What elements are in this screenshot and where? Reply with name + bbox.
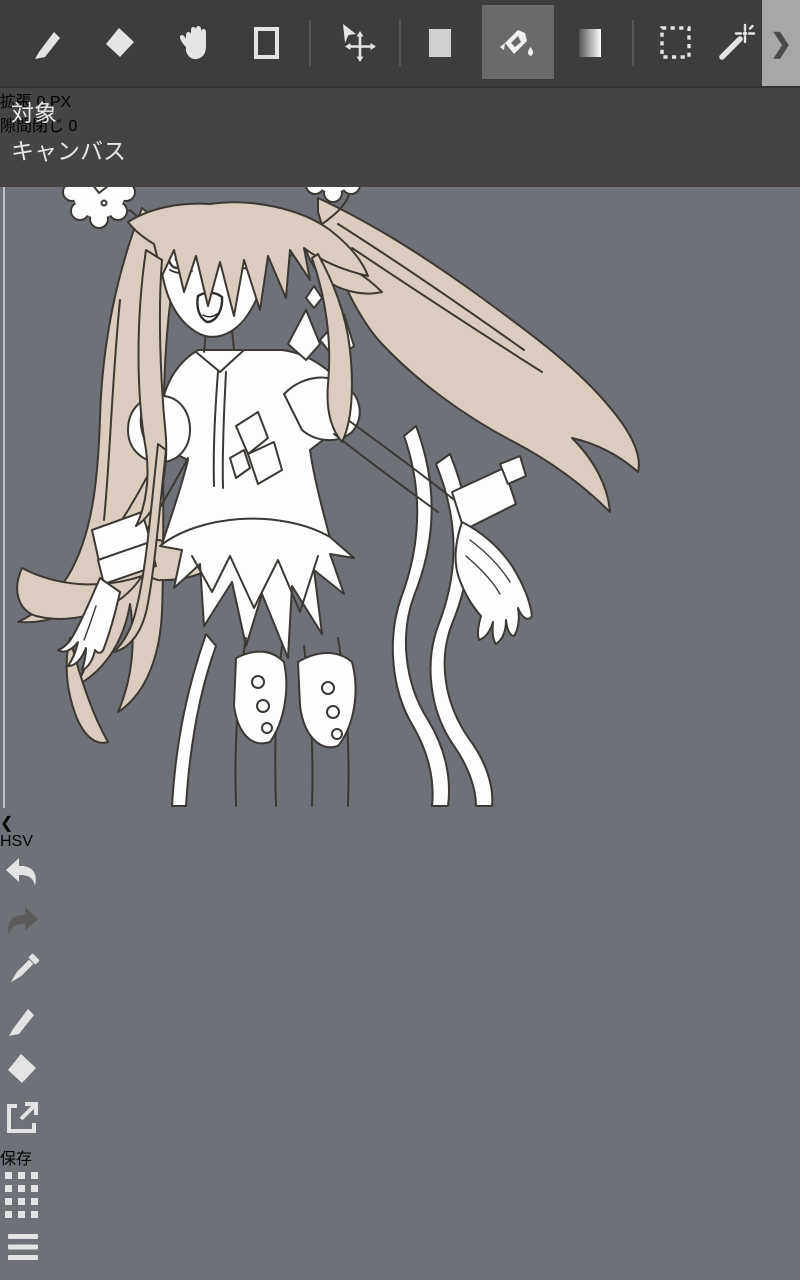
- toolbar-divider: [399, 20, 401, 66]
- chevron-left-icon: ❮: [0, 815, 14, 832]
- hsv-color-panel: HSV: [0, 833, 800, 851]
- grid-menu-button[interactable]: [0, 1169, 800, 1224]
- toolbar-expand-button[interactable]: ❯: [762, 0, 800, 86]
- pen-icon: [9, 1009, 34, 1036]
- rectangle-icon: [254, 27, 279, 59]
- save-button-label: 保存: [0, 1151, 33, 1168]
- panel-collapse-button[interactable]: ❮: [0, 813, 800, 833]
- shape-rect-tool-button[interactable]: [234, 0, 298, 86]
- pen-icon: [35, 32, 60, 59]
- select-rect-tool-button[interactable]: [644, 0, 708, 86]
- gradient-square-icon: [579, 29, 601, 57]
- eraser-tool-button[interactable]: [88, 0, 152, 86]
- bucket-tool-button[interactable]: [486, 0, 550, 86]
- nav-edit-button[interactable]: [0, 1275, 800, 1280]
- grid-dots-icon: [5, 1172, 38, 1218]
- undo-icon: [6, 858, 36, 886]
- eyedropper-icon: [10, 953, 40, 983]
- target-label: 対象: [11, 100, 57, 126]
- export-icon: [7, 1102, 38, 1133]
- magic-wand-tool-button[interactable]: [712, 0, 762, 86]
- paint-app-screen: ❯ 対象 キャンバス 拡張 0 PX 隙間閉じ 0 ❮ HSV 保存: [0, 0, 800, 1280]
- toolbar-divider: [309, 20, 311, 66]
- chevron-right-icon: ❯: [770, 27, 792, 58]
- save-button[interactable]: 保存: [0, 1145, 800, 1169]
- expand-option-button[interactable]: 拡張 0 PX: [0, 88, 800, 112]
- pen-quick-button[interactable]: [0, 998, 800, 1047]
- toolbar-divider: [632, 20, 634, 66]
- redo-icon: [8, 907, 39, 935]
- magic-wand-icon: [719, 23, 756, 60]
- bucket-fill-icon: [500, 30, 533, 56]
- move-cursor-icon: [343, 24, 376, 62]
- eraser-quick-button[interactable]: [0, 1047, 800, 1096]
- eraser-icon: [106, 28, 134, 57]
- dashed-selection-icon: [660, 26, 691, 59]
- hsv-mode-label[interactable]: HSV: [0, 833, 800, 851]
- pen-tool-button[interactable]: [16, 0, 80, 86]
- undo-button[interactable]: [0, 851, 800, 900]
- tool-options-bar: 対象 キャンバス 拡張 0 PX 隙間閉じ 0: [0, 86, 800, 187]
- gradient-tool-button[interactable]: [558, 0, 622, 86]
- edit-icon: [0, 1275, 48, 1280]
- menu-icon: [8, 1234, 38, 1260]
- hand-tool-button[interactable]: [164, 0, 228, 86]
- fill-rect-tool-button[interactable]: [408, 0, 472, 86]
- target-dropdown[interactable]: キャンバス: [11, 132, 126, 166]
- redo-button[interactable]: [0, 900, 800, 949]
- eyedropper-button[interactable]: [0, 949, 800, 998]
- top-toolbar: ❯: [0, 0, 800, 86]
- move-tool-button[interactable]: [324, 0, 388, 86]
- eraser-icon: [8, 1054, 36, 1083]
- nav-menu-button[interactable]: [0, 1224, 800, 1275]
- filled-square-icon: [429, 29, 451, 57]
- hand-icon: [179, 26, 206, 60]
- quick-action-bar: 保存: [0, 851, 800, 1224]
- export-button[interactable]: [0, 1096, 800, 1145]
